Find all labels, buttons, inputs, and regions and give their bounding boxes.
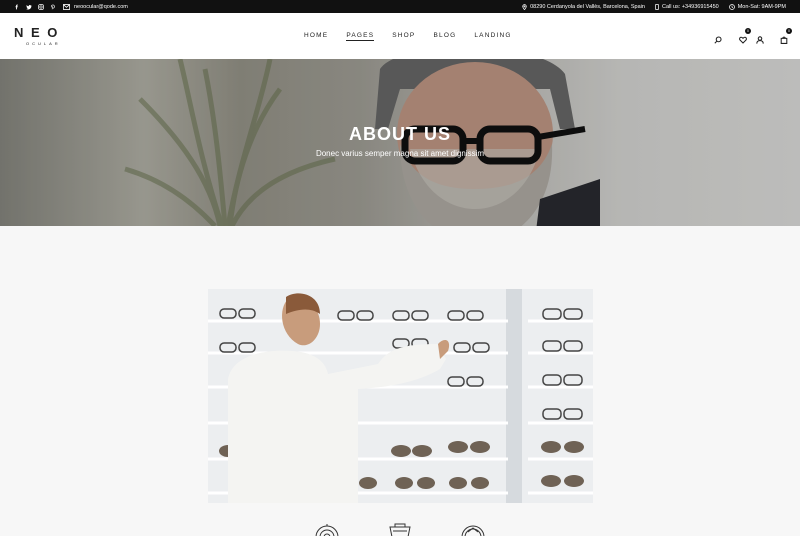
contact-email[interactable]: neoocular@qode.com (63, 0, 128, 13)
heart-icon (739, 36, 747, 44)
feature-icons (312, 523, 492, 536)
optician-photo (208, 289, 593, 503)
logo[interactable]: N E O OCULAR (14, 26, 66, 46)
main-header: N E O OCULAR HOME PAGES SHOP BLOG LANDIN… (0, 13, 800, 59)
hours-text: Mon-Sat: 9AM-9PM (737, 3, 786, 10)
address: 08290 Cerdanyola del Vallès, Barcelona, … (522, 4, 645, 10)
bag-icon (780, 36, 788, 44)
nav-pages[interactable]: PAGES (346, 32, 375, 41)
contact-info: 08290 Cerdanyola del Vallès, Barcelona, … (522, 0, 786, 13)
opening-hours: Mon-Sat: 9AM-9PM (728, 3, 786, 10)
envelope-icon (63, 3, 70, 10)
glasses-case-icon (387, 523, 413, 536)
page-title-hero: ABOUT US Donec varius semper magna sit a… (0, 59, 800, 226)
logo-wordmark: N E O (14, 25, 60, 40)
instagram-icon[interactable] (38, 3, 44, 10)
facebook-icon[interactable] (14, 4, 20, 10)
address-text: 08290 Cerdanyola del Vallès, Barcelona, … (530, 3, 645, 10)
phone-text: Call us: +34936915450 (661, 3, 719, 10)
email-text: neoocular@qode.com (74, 3, 128, 10)
map-pin-icon (522, 3, 527, 10)
pinterest-icon[interactable] (50, 4, 56, 10)
phone[interactable]: Call us: +34936915450 (655, 4, 719, 10)
nav-landing[interactable]: LANDING (474, 32, 511, 41)
eye-exam-icon (314, 523, 340, 536)
top-bar: neoocular@qode.com 08290 Cerdanyola del … (0, 0, 800, 13)
page-title: ABOUT US (349, 124, 451, 144)
page-subtitle: Donec varius semper magna sit amet digni… (315, 149, 485, 158)
logo-subtitle: OCULAR (26, 41, 61, 46)
search-icon[interactable] (714, 31, 722, 44)
clock-icon (728, 3, 735, 10)
nav-home[interactable]: HOME (304, 32, 328, 41)
main-nav: HOME PAGES SHOP BLOG LANDING (304, 32, 512, 41)
phone-icon (655, 3, 659, 10)
wishlist-button[interactable]: 0 (739, 28, 751, 44)
cart-button[interactable]: 0 (780, 28, 792, 44)
social-links (14, 0, 56, 13)
header-icons: 0 0 (714, 28, 792, 44)
cart-count-badge: 0 (786, 28, 792, 34)
sunglasses-badge-icon (460, 523, 486, 536)
user-icon[interactable] (756, 31, 764, 44)
twitter-icon[interactable] (26, 4, 32, 10)
nav-blog[interactable]: BLOG (433, 32, 456, 41)
nav-shop[interactable]: SHOP (392, 32, 415, 41)
wishlist-count-badge: 0 (745, 28, 751, 34)
